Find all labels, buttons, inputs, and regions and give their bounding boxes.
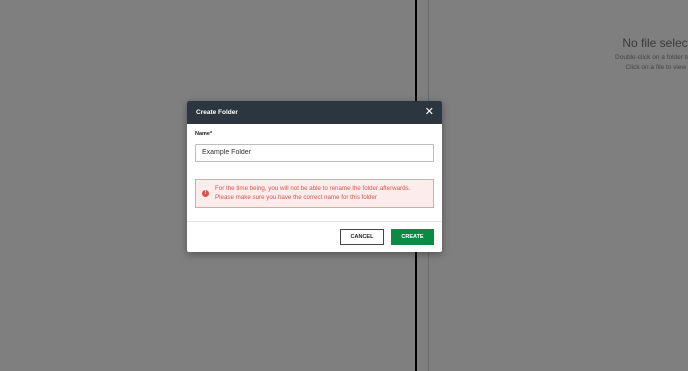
- dialog-body: Name* ! For the time being, you will not…: [187, 124, 442, 208]
- cancel-button[interactable]: CANCEL: [340, 229, 384, 245]
- app-screen: No file selecte Double-click on a folder…: [0, 0, 688, 371]
- folder-name-input[interactable]: [195, 143, 434, 162]
- name-field-label: Name*: [195, 131, 213, 137]
- dialog-header: Create Folder ✕: [187, 101, 442, 124]
- alert-message: For the time being, you will not be able…: [215, 184, 410, 202]
- rename-warning-alert: ! For the time being, you will not be ab…: [195, 178, 434, 208]
- alert-line-1: For the time being, you will not be able…: [215, 185, 411, 192]
- warning-icon: !: [202, 189, 209, 197]
- alert-line-2: Please make sure you have the correct na…: [215, 194, 377, 201]
- dialog-footer: CANCEL CREATE: [187, 221, 442, 245]
- create-folder-dialog: Create Folder ✕ Name* ! For the time bei…: [187, 101, 442, 252]
- dialog-title: Create Folder: [196, 109, 238, 116]
- close-icon[interactable]: ✕: [425, 107, 434, 118]
- create-button[interactable]: CREATE: [391, 229, 434, 245]
